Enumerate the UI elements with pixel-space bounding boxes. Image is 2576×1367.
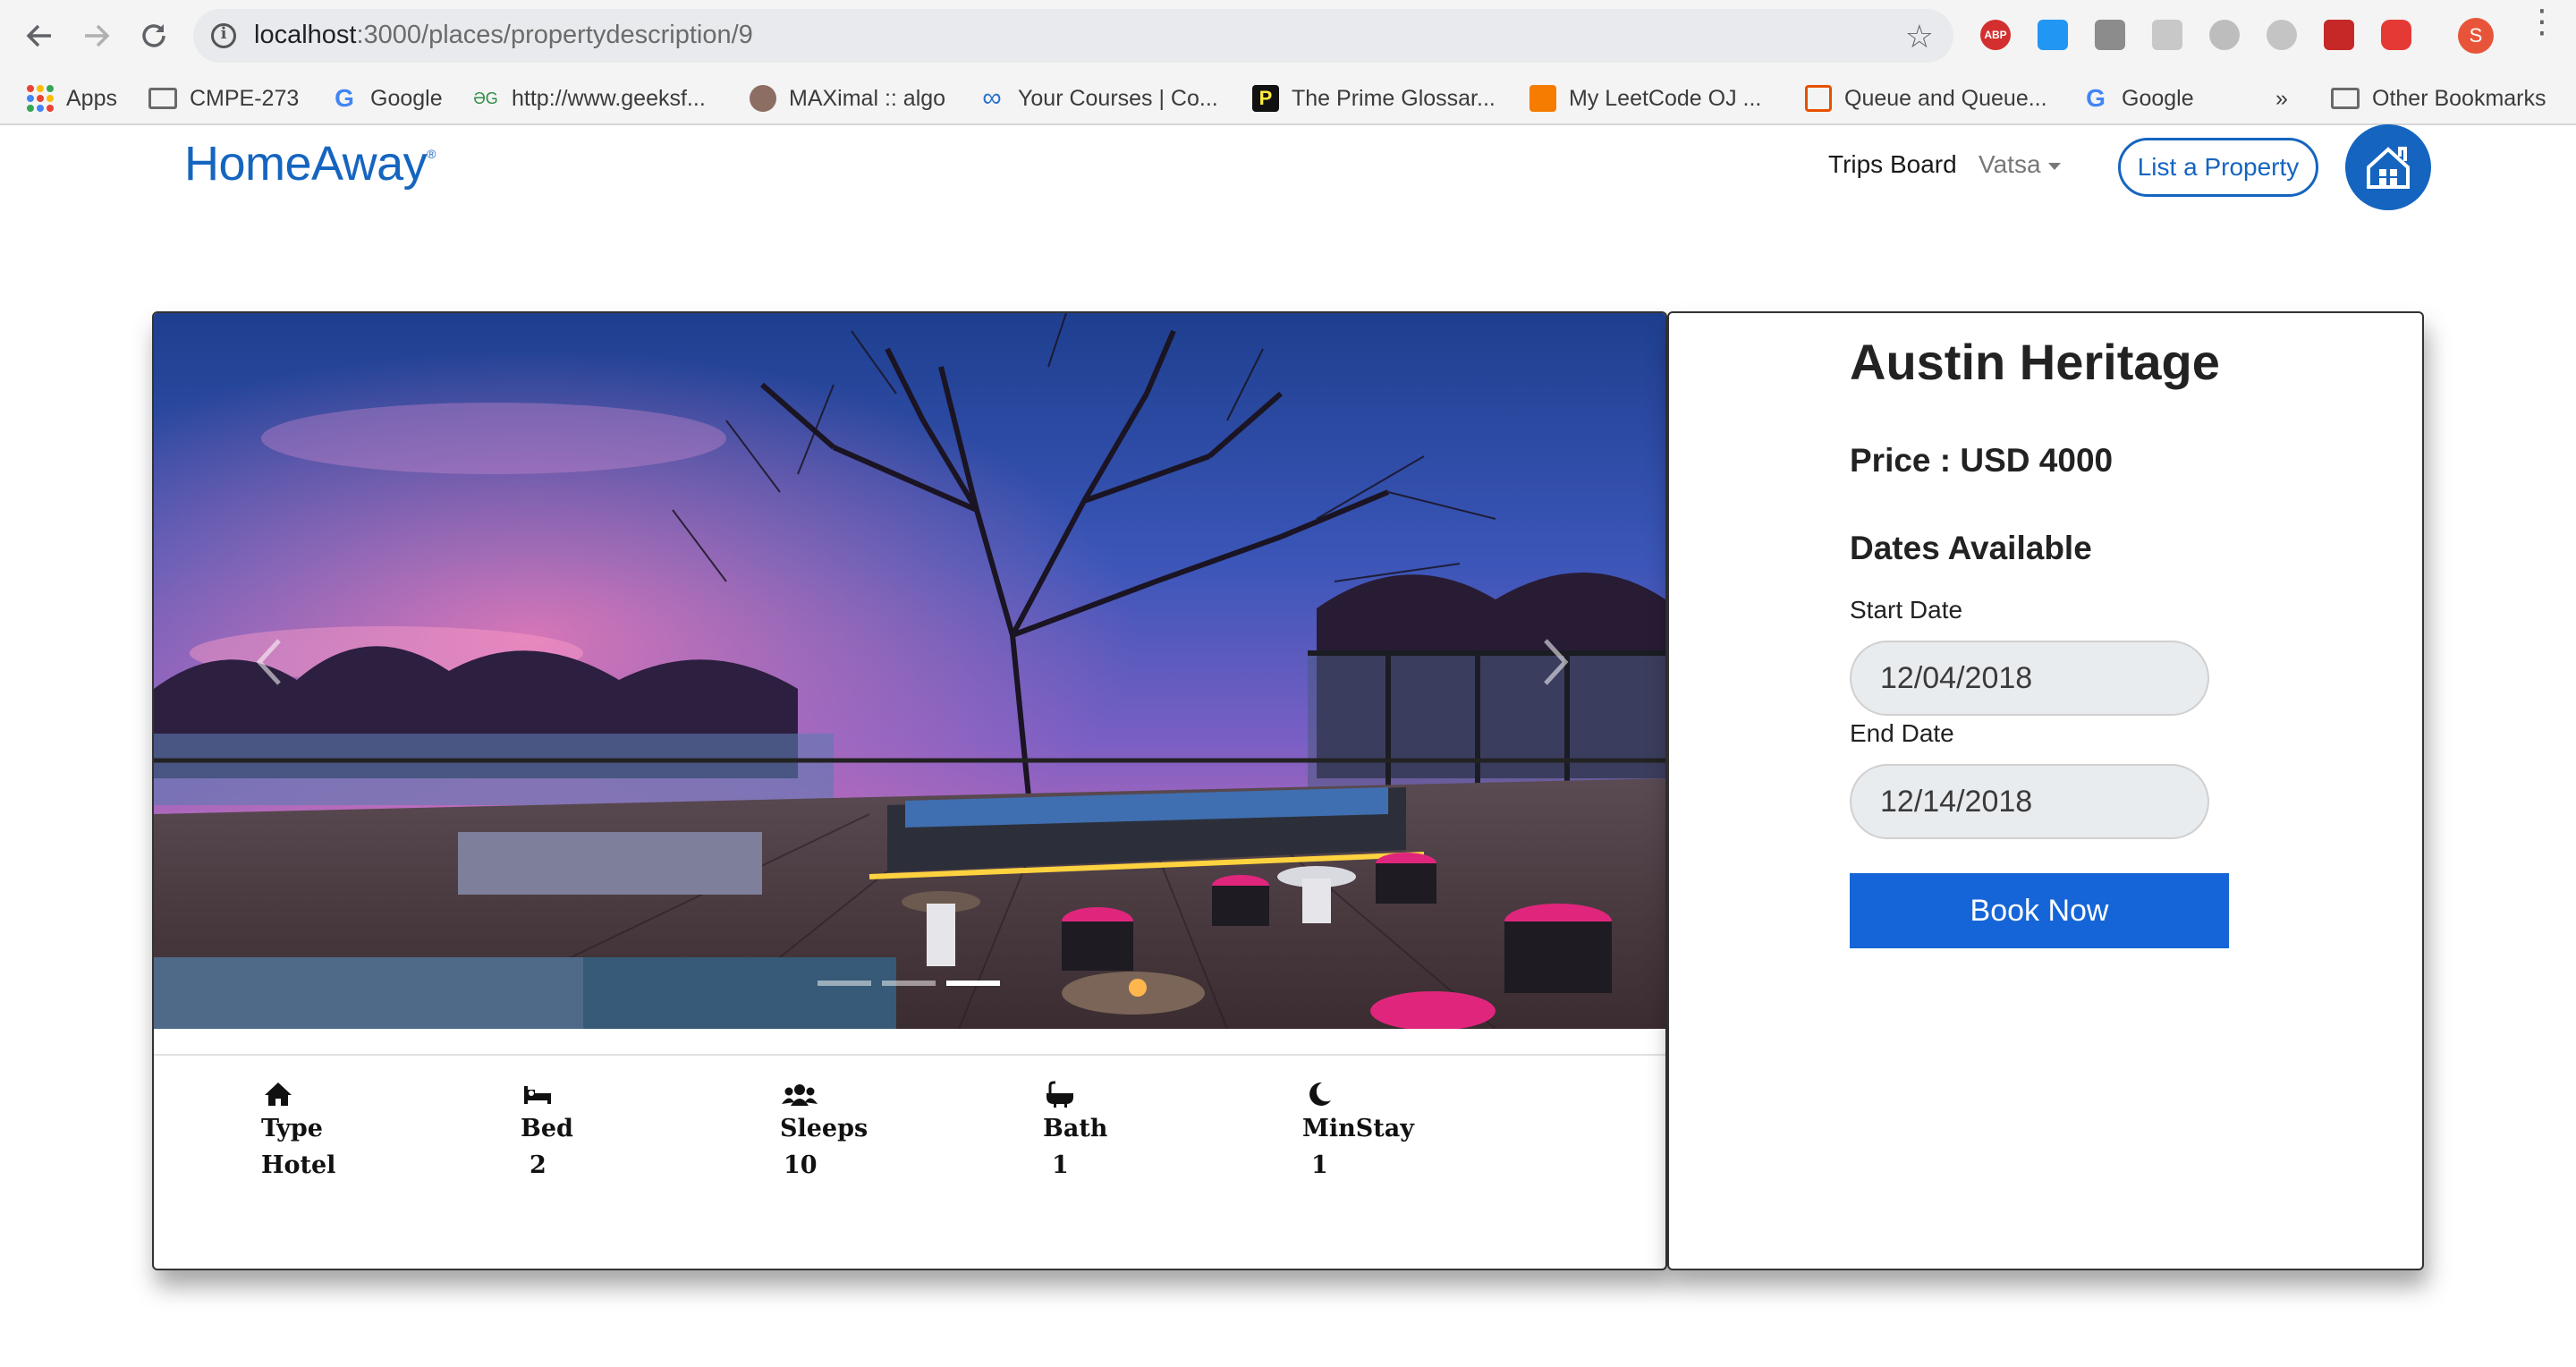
homeaway-logo[interactable]: HomeAway® [184,136,436,191]
profile-avatar[interactable]: S [2458,18,2494,54]
extension-grey-icon[interactable] [2095,20,2125,50]
reload-icon [142,24,165,47]
bookmark-prime-glossary[interactable]: P The Prime Glossar... [1252,72,1496,125]
extension-circle-icon[interactable] [2209,20,2240,50]
reload-button[interactable] [136,18,172,54]
browser-toolbar: localhost:3000/places/propertydescriptio… [0,0,2576,72]
end-date-input[interactable]: 12/14/2018 [1850,764,2209,839]
geeksforgeeks-icon: ƏG [473,89,498,107]
extension-discord-icon[interactable] [2267,20,2297,50]
property-gallery-card: Type Hotel Bed 2 Sleeps 10 Bath 1 MinSta… [152,311,1667,1270]
property-price: Price : USD 4000 [1850,442,2114,479]
bookmark-coursera[interactable]: ∞ Your Courses | Co... [979,72,1217,125]
start-date-label: Start Date [1850,596,1963,624]
bookmark-queue[interactable]: Queue and Queue... [1805,72,2047,125]
bookmark-google-2[interactable]: G Google [2082,72,2194,125]
folder-icon [2331,88,2360,109]
bookmarks-bar: Apps CMPE-273 G Google ƏG http://www.gee… [0,72,2576,125]
url-text[interactable]: localhost:3000/places/propertydescriptio… [254,21,753,50]
carousel-indicator[interactable] [818,981,871,986]
amenity-bed: Bed 2 [521,1079,664,1179]
amenity-minstay: MinStay 1 [1302,1079,1445,1179]
adblock-plus-icon[interactable]: ABP [1980,20,2011,50]
arrow-right-icon [85,24,110,47]
rooftop-deck-photo [154,313,1665,1029]
back-button[interactable] [21,18,57,54]
dates-available-heading: Dates Available [1850,530,2092,566]
apps-grid-icon [27,85,54,112]
arrow-left-icon [26,24,51,47]
extension-window-icon[interactable] [2038,20,2068,50]
site-info-icon[interactable] [211,23,236,48]
carousel-indicator[interactable] [882,981,936,986]
folder-icon [148,88,177,109]
queue-icon [1805,85,1832,112]
booking-card: Austin Heritage Price : USD 4000 Dates A… [1667,311,2424,1270]
trips-board-link[interactable]: Trips Board [1828,150,1957,179]
browser-menu-icon[interactable]: ⋮ [2526,5,2558,38]
users-icon [782,1084,818,1106]
end-date-label: End Date [1850,719,1954,747]
property-title: Austin Heritage [1850,334,2220,390]
extension-page-icon[interactable] [2152,20,2182,50]
prime-glossary-icon: P [1252,85,1279,112]
amenity-bath: Bath 1 [1043,1079,1186,1179]
amenity-type: Type Hotel [261,1079,404,1179]
bookmark-maximal[interactable]: MAXimal :: algo [750,72,945,125]
bookmark-cmpe-273[interactable]: CMPE-273 [148,72,299,125]
house-logo-icon [2367,147,2410,189]
book-now-button[interactable]: Book Now [1850,873,2229,948]
card-divider [154,1054,1665,1056]
bookmark-other[interactable]: Other Bookmarks [2331,72,2546,125]
bookmark-apps[interactable]: Apps [27,72,117,125]
maximal-icon [750,85,776,112]
home-icon [265,1083,292,1106]
google-icon: G [2086,84,2106,112]
bookmark-geeksforgeeks[interactable]: ƏG http://www.geeksf... [472,72,706,125]
address-bar[interactable]: localhost:3000/places/propertydescriptio… [193,9,1953,63]
extension-red-icon[interactable] [2324,20,2354,50]
caret-down-icon [2047,162,2061,170]
bookmark-google[interactable]: G Google [331,72,443,125]
carousel-indicators [818,981,1000,986]
carousel-indicator-active[interactable] [946,981,1000,986]
coursera-icon: ∞ [982,83,1002,113]
homeaway-house-icon[interactable] [2345,124,2431,210]
bed-icon [524,1086,551,1104]
blogger-icon [1530,85,1556,112]
bookmark-star-icon[interactable]: ☆ [1905,18,1934,55]
list-property-button[interactable]: List a Property [2118,138,2318,197]
forward-button[interactable] [79,18,114,54]
bathtub-icon [1046,1081,1073,1108]
bookmark-leetcode[interactable]: My LeetCode OJ ... [1530,72,1761,125]
photo-carousel[interactable] [154,313,1665,1029]
start-date-input[interactable]: 12/04/2018 [1850,641,2209,716]
moon-icon [1309,1082,1331,1106]
extension-hand-icon[interactable] [2381,20,2411,50]
google-icon: G [335,84,354,112]
carousel-prev-icon[interactable] [252,635,288,689]
user-dropdown[interactable]: Vatsa [1979,150,2061,179]
bookmarks-overflow-button[interactable]: » [2275,72,2288,125]
amenity-sleeps: Sleeps 10 [780,1079,923,1179]
carousel-next-icon[interactable] [1537,635,1572,689]
